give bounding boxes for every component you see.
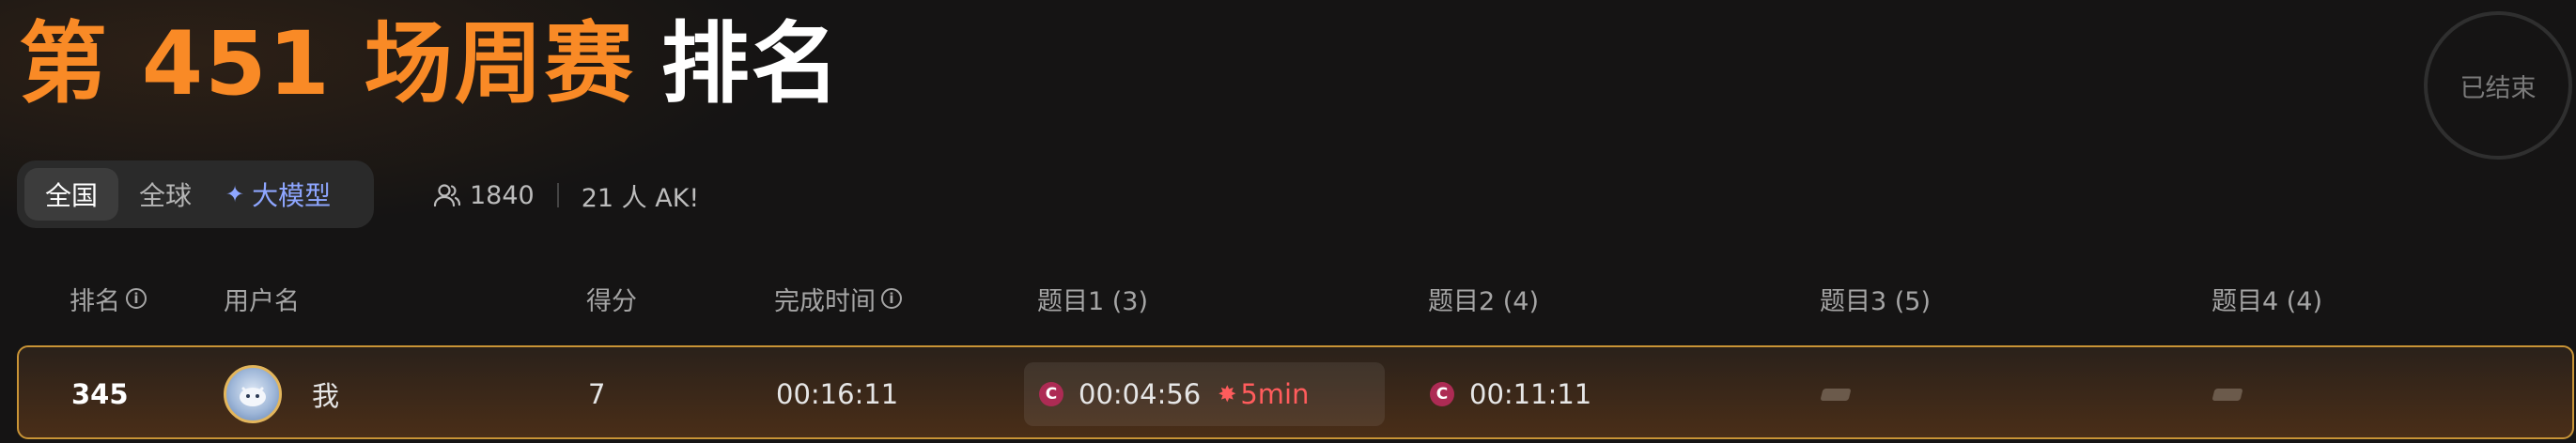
column-rank: 排名 i — [70, 278, 147, 319]
tab-label: 大模型 — [252, 180, 332, 211]
finish-time-value: 00:16:11 — [776, 378, 899, 410]
problem-2-result[interactable]: C 00:11:11 — [1430, 347, 1591, 441]
cpp-language-icon: C — [1039, 382, 1063, 406]
info-icon[interactable]: i — [126, 288, 147, 309]
contest-status-badge: 已结束 — [2424, 11, 2572, 160]
info-icon[interactable]: i — [881, 288, 902, 309]
divider — [556, 183, 559, 207]
username[interactable]: 我 — [312, 374, 339, 414]
my-ranking-row[interactable]: 345 我 7 00:16:11 C 00:04:56 ✸ 5min C 00:… — [17, 345, 2574, 439]
sparkle-icon: ✦ — [225, 181, 245, 207]
problem-4-result — [2211, 347, 2243, 441]
rank-value: 345 — [71, 378, 129, 410]
column-label: 得分 — [586, 286, 637, 316]
tab-label: 全国 — [45, 180, 99, 211]
column-score: 得分 — [586, 278, 637, 319]
ranking-label: 排名 — [660, 13, 842, 115]
avatar-image — [240, 387, 266, 406]
column-problem-4[interactable]: 题目4 (4) — [2211, 278, 2322, 319]
column-problem-1[interactable]: 题目1 (3) — [1037, 278, 1148, 319]
problem-1-time: 00:04:56 — [1079, 378, 1202, 410]
column-label: 完成时间 — [774, 286, 876, 316]
column-problem-3[interactable]: 题目3 (5) — [1820, 278, 1931, 319]
column-label: 用户名 — [224, 286, 300, 316]
tab-label: 全球 — [139, 180, 193, 211]
tab-national[interactable]: 全国 — [24, 168, 119, 221]
contest-stats: 1840 21 人 AK! — [432, 175, 699, 216]
contest-name: 第 451 场周赛 — [19, 13, 635, 115]
cpp-language-icon: C — [1430, 382, 1454, 406]
problem-3-result — [1820, 347, 1852, 441]
avatar[interactable] — [224, 365, 282, 423]
ak-count: 21 人 AK! — [581, 183, 700, 213]
participant-count: 1840 — [470, 180, 535, 210]
status-text: 已结束 — [2460, 73, 2537, 103]
column-label: 排名 — [70, 286, 120, 316]
problem-1-result[interactable]: C 00:04:56 ✸ 5min — [1039, 347, 1310, 441]
tab-global[interactable]: 全球 — [118, 168, 212, 221]
region-tabs: 全国 全球 ✦ 大模型 — [17, 160, 374, 228]
score-value: 7 — [588, 378, 606, 410]
column-label: 题目4 (4) — [2211, 286, 2323, 316]
bug-icon: ✸ — [1218, 381, 1237, 407]
unsolved-dash — [1820, 388, 1852, 401]
unsolved-dash — [2211, 388, 2243, 401]
column-finish-time: 完成时间 i — [774, 278, 902, 319]
column-problem-2[interactable]: 题目2 (4) — [1428, 278, 1539, 319]
column-label: 题目1 (3) — [1037, 286, 1149, 316]
page-title: 第 451 场周赛 排名 — [19, 13, 842, 116]
problem-2-time: 00:11:11 — [1469, 378, 1592, 410]
user-cell: 我 — [224, 347, 339, 441]
column-label: 题目3 (5) — [1820, 286, 1932, 316]
column-username: 用户名 — [224, 278, 300, 319]
users-icon — [433, 184, 461, 207]
table-header: 排名 i 用户名 得分 完成时间 i 题目1 (3) 题目2 (4) 题目3 (… — [0, 278, 2576, 319]
problem-1-penalty: ✸ 5min — [1218, 378, 1309, 410]
penalty-text: 5min — [1240, 378, 1310, 410]
tab-ai-model[interactable]: ✦ 大模型 — [212, 168, 344, 221]
column-label: 题目2 (4) — [1428, 286, 1540, 316]
